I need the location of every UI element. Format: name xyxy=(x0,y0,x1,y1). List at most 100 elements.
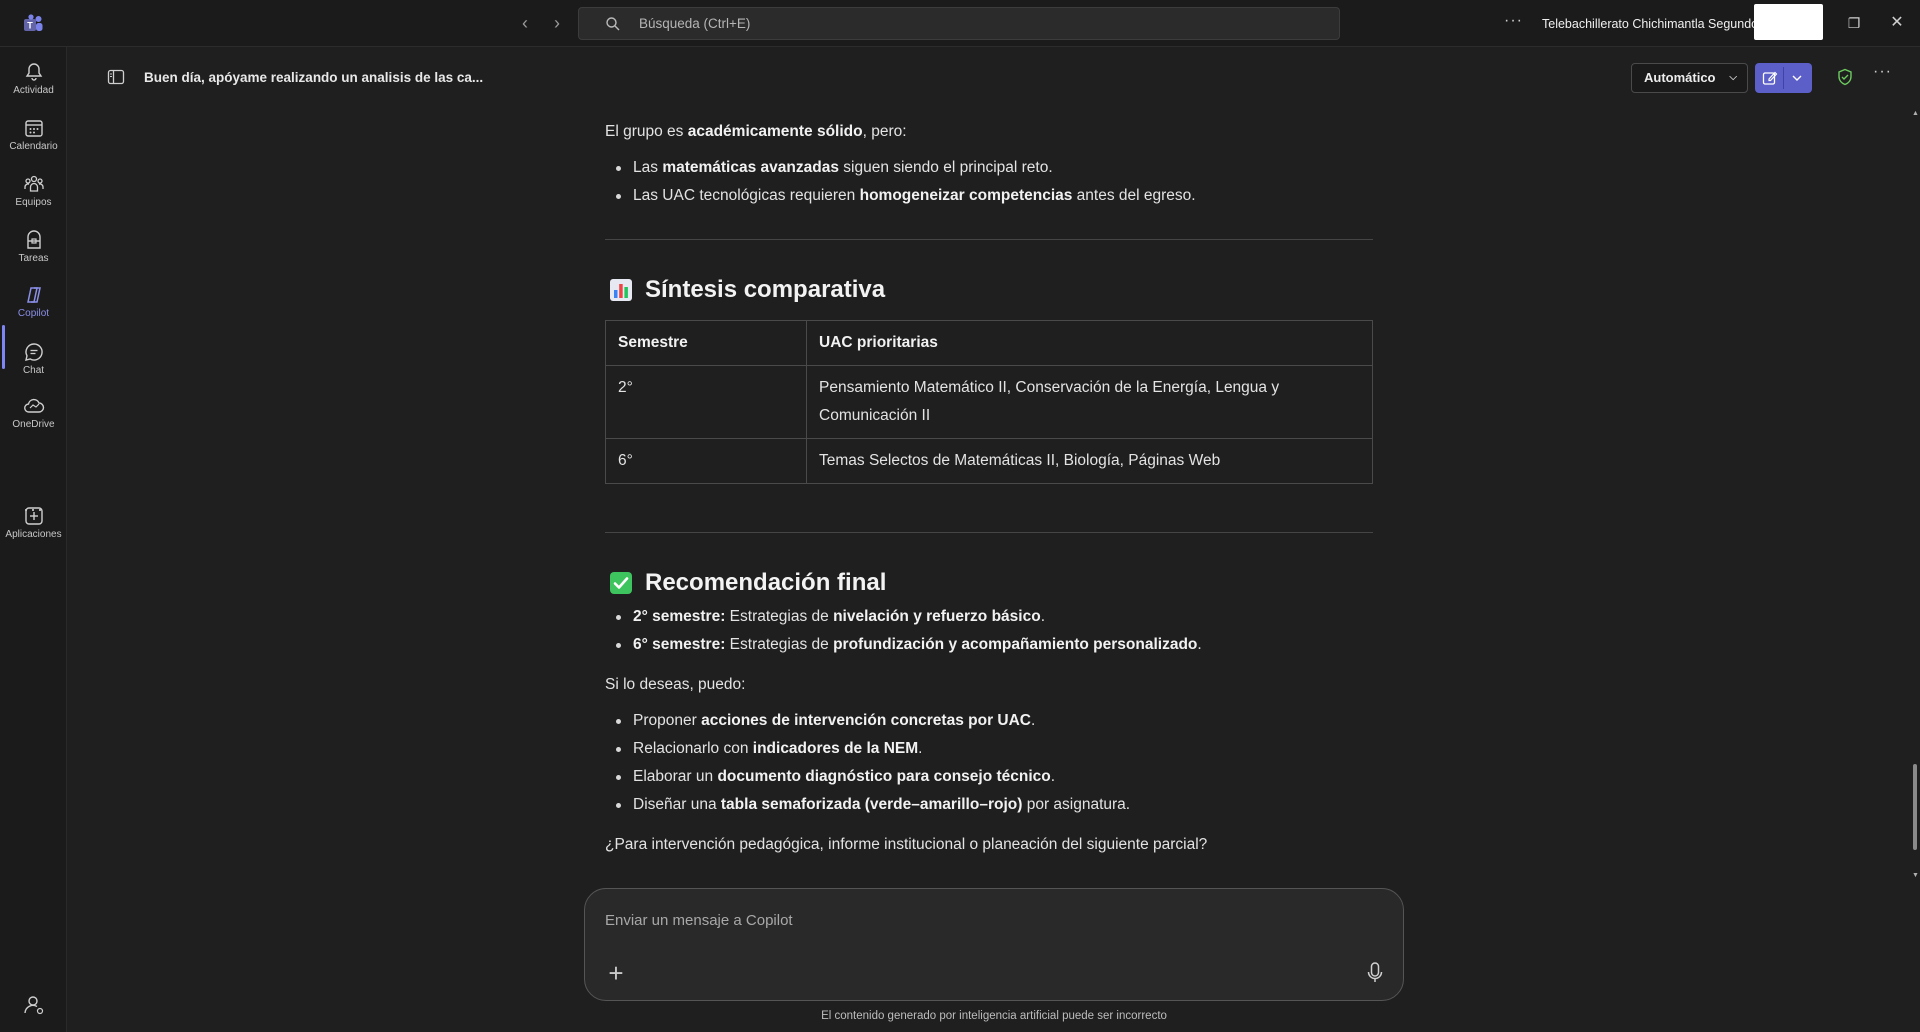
text-span: por asignatura. xyxy=(1022,796,1131,813)
text-span: . xyxy=(1040,608,1045,625)
back-arrow-icon[interactable]: ‹ xyxy=(516,14,534,32)
rail-item-equipos[interactable]: Equipos xyxy=(0,167,67,219)
chat-header: Buen día, apóyame realizando un analisis… xyxy=(67,47,1920,109)
account-settings-icon[interactable] xyxy=(22,993,46,1017)
bold-span: tabla semaforizada (verde–amarillo–rojo) xyxy=(720,796,1023,813)
rail-item-calendario[interactable]: Calendario xyxy=(0,111,67,163)
bold-span: matemáticas avanzadas xyxy=(662,159,839,176)
split-divider xyxy=(1783,67,1784,89)
rail-item-tareas[interactable]: Tareas xyxy=(0,223,67,275)
rail-item-aplicaciones[interactable]: Aplicaciones xyxy=(0,499,67,551)
text-span: Diseñar una xyxy=(633,796,721,813)
chat-response: El grupo es académicamente sólido, pero:… xyxy=(605,110,1373,859)
offer-intro: Si lo deseas, puedo: xyxy=(605,676,746,693)
chat-icon xyxy=(24,343,43,361)
bar-chart-icon xyxy=(610,279,632,301)
table-header-cell: UAC prioritarias xyxy=(806,320,1373,366)
divider xyxy=(605,532,1373,533)
list-item: 2° semestre: Estrategias de nivelación y… xyxy=(605,603,1373,631)
list-item: 6° semestre: Estrategias de profundizaci… xyxy=(605,631,1373,659)
mode-label: Automático xyxy=(1644,70,1716,85)
table-cell: Pensamiento Matemático II, Conservación … xyxy=(806,365,1373,439)
add-attachment-icon[interactable]: + xyxy=(605,960,627,986)
teams-icon xyxy=(23,175,44,192)
list-item: Diseñar una tabla semaforizada (verde–am… xyxy=(605,791,1373,819)
bold-span: acciones de intervención concretas por U… xyxy=(701,712,1031,729)
chevron-down-icon[interactable] xyxy=(1791,73,1803,83)
app-rail: Actividad Calendario Equipos Tareas Copi… xyxy=(0,47,67,1032)
restore-window-icon[interactable]: ❐ xyxy=(1843,12,1865,34)
compose-icon xyxy=(1762,71,1778,85)
text-span: Elaborar un xyxy=(633,768,718,785)
text-span: Proponer xyxy=(633,712,702,729)
text-span: , pero: xyxy=(862,123,907,140)
scrollbar[interactable]: ▲ ▼ xyxy=(1911,110,1920,882)
intro-bullets: Las matemáticas avanzadas siguen siendo … xyxy=(605,154,1373,210)
ai-disclaimer: El contenido generado por inteligencia a… xyxy=(821,1010,1167,1022)
title-bar: T ‹ › ··· Telebachillerato Chichimantla … xyxy=(0,0,1920,47)
shield-check-icon[interactable] xyxy=(1836,68,1854,86)
rail-label: Equipos xyxy=(15,197,52,208)
text-span: Las xyxy=(633,159,663,176)
bold-span: homogeneizar competencias xyxy=(859,187,1073,204)
table-row: 2° Pensamiento Matemático II, Conservaci… xyxy=(605,365,1373,439)
search-input[interactable] xyxy=(639,8,1319,39)
text-span: El grupo es xyxy=(605,123,688,140)
close-window-icon[interactable]: ✕ xyxy=(1886,12,1908,34)
section-title: Síntesis comparativa xyxy=(645,276,886,303)
rail-label: Chat xyxy=(22,365,45,376)
forward-arrow-icon[interactable]: › xyxy=(548,14,566,32)
text-span: . xyxy=(1050,768,1056,785)
rail-label: OneDrive xyxy=(12,419,55,430)
text-span: siguen siendo el principal reto. xyxy=(838,159,1053,176)
message-composer: + xyxy=(584,888,1404,1001)
scroll-down-icon[interactable]: ▼ xyxy=(1911,872,1920,879)
bold-span: indicadores de la NEM xyxy=(752,740,919,757)
scroll-thumb[interactable] xyxy=(1913,764,1917,850)
chevron-down-icon: ⌵ xyxy=(1729,72,1737,83)
text-span: Estrategias de xyxy=(725,608,834,625)
bold-span: nivelación y refuerzo básico xyxy=(833,608,1041,625)
rail-item-onedrive[interactable]: OneDrive xyxy=(0,389,67,441)
table-header-row: Semestre UAC prioritarias xyxy=(605,320,1373,366)
rail-label: Aplicaciones xyxy=(5,529,62,540)
table-header-cell: Semestre xyxy=(605,320,807,366)
section-heading: Síntesis comparativa xyxy=(605,276,1373,304)
bold-span: profundización y acompañamiento personal… xyxy=(833,636,1198,653)
rail-item-actividad[interactable]: Actividad xyxy=(0,55,67,107)
mode-selector-button[interactable]: Automático ⌵ xyxy=(1631,63,1748,93)
bold-span: 6° semestre: xyxy=(633,636,726,653)
titlebar-more-icon[interactable]: ··· xyxy=(1504,12,1523,30)
section-heading: Recomendación final xyxy=(605,569,1373,597)
search-icon xyxy=(606,17,620,31)
rail-item-chat[interactable]: Chat xyxy=(0,335,67,387)
search-box[interactable] xyxy=(578,7,1340,40)
avatar[interactable] xyxy=(1754,4,1823,40)
sidebar-toggle-icon[interactable] xyxy=(107,68,125,86)
list-item: Las matemáticas avanzadas siguen siendo … xyxy=(605,154,1373,182)
recommendation-bullets: 2° semestre: Estrategias de nivelación y… xyxy=(605,603,1373,659)
scroll-up-icon[interactable]: ▲ xyxy=(1911,110,1920,117)
list-item: Relacionarlo con indicadores de la NEM. xyxy=(605,735,1373,763)
divider xyxy=(605,239,1373,240)
svg-text:T: T xyxy=(27,21,33,31)
bold-span: 2° semestre: xyxy=(633,608,726,625)
text-span: . xyxy=(1197,636,1202,653)
onedrive-icon xyxy=(23,398,44,413)
new-chat-button[interactable] xyxy=(1755,63,1812,93)
assignments-icon xyxy=(26,230,41,249)
rail-item-copilot[interactable]: Copilot xyxy=(0,278,67,330)
org-name[interactable]: Telebachillerato Chichimantla Segundo xyxy=(1542,17,1758,31)
table-cell: 2° xyxy=(605,365,807,439)
microphone-icon[interactable] xyxy=(1364,961,1386,985)
rail-label: Tareas xyxy=(18,253,49,264)
rail-label: Calendario xyxy=(9,141,58,152)
text-span: antes del egreso. xyxy=(1072,187,1196,204)
rail-label: Actividad xyxy=(13,85,54,96)
message-input[interactable] xyxy=(605,907,1365,933)
list-item: Las UAC tecnológicas requieren homogenei… xyxy=(605,182,1373,210)
offer-bullets: Proponer acciones de intervención concre… xyxy=(605,707,1373,819)
section-title: Recomendación final xyxy=(645,569,887,596)
header-more-icon[interactable]: ··· xyxy=(1873,63,1892,81)
chat-title: Buen día, apóyame realizando un analisis… xyxy=(144,70,484,85)
